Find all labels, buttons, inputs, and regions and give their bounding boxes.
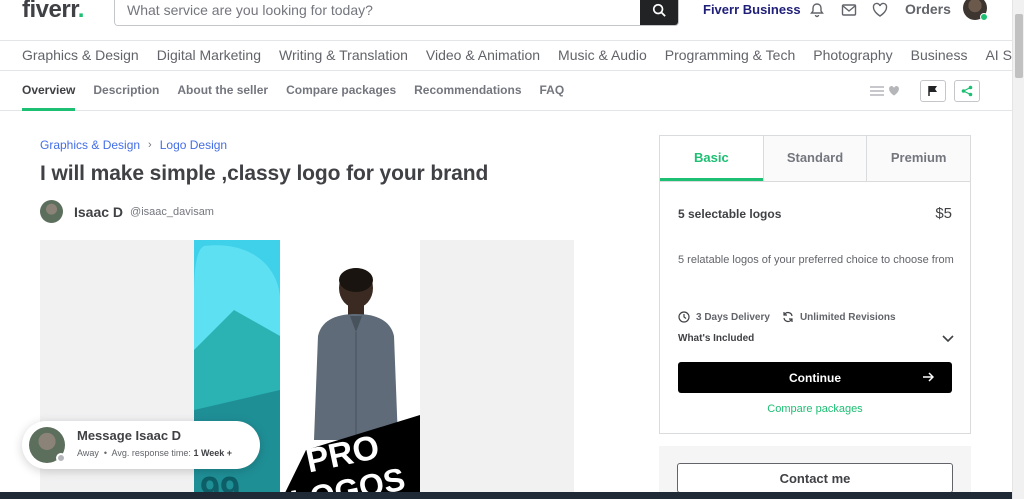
user-avatar[interactable] — [963, 0, 988, 21]
arrow-right-icon — [923, 372, 934, 382]
dot-separator: • — [101, 448, 110, 458]
mail-icon[interactable] — [841, 2, 857, 18]
whats-included-label: What's Included — [678, 333, 755, 344]
save-heart-icon[interactable] — [888, 85, 900, 97]
breadcrumb: Graphics & Design › Logo Design — [40, 138, 227, 152]
revisions-count: Unlimited Revisions — [799, 311, 896, 323]
search-button[interactable] — [640, 0, 678, 25]
package-name: 5 selectable logos — [678, 207, 782, 221]
seller-status: Away — [77, 448, 99, 458]
fiverr-business-link[interactable]: Fiverr Business — [703, 2, 801, 17]
seller-overview: Isaac D @isaac_davisam — [40, 200, 214, 223]
orders-link[interactable]: Orders — [905, 1, 951, 17]
gig-actions — [870, 80, 980, 102]
section-nav: Overview Description About the seller Co… — [0, 71, 1012, 111]
category-video-animation[interactable]: Video & Animation — [426, 47, 540, 63]
search-bar — [114, 0, 679, 26]
category-writing-translation[interactable]: Writing & Translation — [279, 47, 408, 63]
seller-handle: @isaac_davisam — [130, 205, 214, 218]
scrollbar-thumb[interactable] — [1015, 14, 1023, 78]
flag-icon — [928, 86, 937, 96]
package-tab-premium[interactable]: Premium — [866, 136, 971, 181]
category-music-audio[interactable]: Music & Audio — [558, 47, 647, 63]
heart-icon[interactable] — [872, 2, 888, 18]
category-digital-marketing[interactable]: Digital Marketing — [157, 47, 261, 63]
tab-about-seller[interactable]: About the seller — [177, 71, 268, 111]
chevron-down-icon — [942, 334, 954, 342]
message-title: Message Isaac D — [77, 428, 182, 443]
fiverr-logo[interactable]: fiverr. — [22, 0, 84, 24]
package-panel: Basic Standard Premium 5 selectable logo… — [659, 135, 971, 434]
tab-compare-packages[interactable]: Compare packages — [286, 71, 396, 111]
category-business[interactable]: Business — [911, 47, 968, 63]
online-indicator — [980, 13, 988, 21]
message-status-line: Away • Avg. response time: 1 Week + — [77, 448, 232, 458]
gig-title: I will make simple ,classy logo for your… — [40, 162, 489, 185]
category-photography[interactable]: Photography — [813, 47, 892, 63]
continue-button[interactable]: Continue — [678, 362, 952, 393]
category-programming-tech[interactable]: Programming & Tech — [665, 47, 795, 63]
package-price: $5 — [935, 205, 952, 222]
response-time-value: 1 Week + — [193, 448, 233, 458]
response-time-label: Avg. response time: — [111, 448, 191, 458]
package-description: 5 relatable logos of your preferred choi… — [678, 254, 954, 266]
tab-faq[interactable]: FAQ — [540, 71, 565, 111]
chevron-right-icon: › — [148, 139, 152, 151]
package-tabs: Basic Standard Premium — [660, 136, 971, 182]
tab-recommendations[interactable]: Recommendations — [414, 71, 521, 111]
category-graphics-design[interactable]: Graphics & Design — [22, 47, 139, 63]
refresh-icon — [783, 312, 793, 322]
os-taskbar — [0, 492, 1012, 499]
clock-icon — [678, 311, 690, 323]
seller-name[interactable]: Isaac D — [74, 204, 123, 220]
search-input[interactable] — [115, 0, 642, 25]
tab-overview[interactable]: Overview — [22, 71, 76, 111]
search-icon — [652, 3, 666, 17]
breadcrumb-graphics-design[interactable]: Graphics & Design — [40, 138, 140, 152]
category-nav: Graphics & Design Digital Marketing Writ… — [0, 40, 1024, 71]
whats-included-toggle[interactable]: What's Included — [678, 333, 954, 344]
breadcrumb-logo-design[interactable]: Logo Design — [160, 138, 227, 152]
bell-icon[interactable] — [809, 2, 825, 18]
list-icon[interactable] — [870, 85, 884, 97]
page-scrollbar[interactable] — [1012, 0, 1024, 499]
contact-me-button[interactable]: Contact me — [677, 463, 953, 493]
share-icon — [961, 85, 973, 97]
package-tab-standard[interactable]: Standard — [762, 136, 867, 181]
package-tab-basic[interactable]: Basic — [660, 136, 763, 181]
tab-description[interactable]: Description — [93, 71, 159, 111]
delivery-time: 3 Days Delivery — [696, 311, 770, 323]
continue-label: Continue — [789, 370, 841, 385]
top-header: fiverr. Fiverr Business Orders — [0, 0, 1012, 40]
compare-packages-link[interactable]: Compare packages — [660, 403, 970, 415]
report-button[interactable] — [920, 80, 946, 102]
away-status-dot — [56, 453, 66, 463]
message-seller-popup[interactable]: Message Isaac D Away • Avg. response tim… — [22, 421, 260, 469]
seller-avatar[interactable] — [40, 200, 63, 223]
package-meta: 3 Days Delivery Unlimited Revisions — [678, 311, 896, 323]
share-button[interactable] — [954, 80, 980, 102]
popup-seller-avatar — [29, 427, 66, 463]
